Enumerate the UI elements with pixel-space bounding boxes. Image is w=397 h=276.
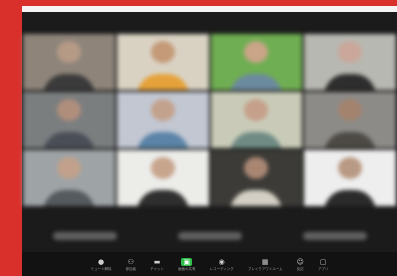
record-icon: ◉ (218, 257, 225, 266)
participant-body (230, 74, 283, 90)
participant-body (324, 74, 377, 90)
participant-video-tile[interactable] (116, 92, 209, 148)
participant-head (150, 40, 175, 63)
participant-body (230, 190, 283, 206)
breakout-rooms-icon: ▦ (261, 257, 269, 266)
toolbar-button-label: 画面の共有 (178, 266, 196, 271)
participant-video-tile[interactable] (304, 34, 396, 90)
apps-icon: ▢ (319, 257, 327, 266)
blurred-name-label (52, 232, 117, 240)
participant-body (42, 132, 95, 148)
participant-head (56, 40, 81, 63)
participants-button[interactable]: ⚇ 参加者 (126, 258, 137, 271)
participant-grid (22, 34, 397, 206)
participant-body (324, 190, 377, 206)
reactions-button[interactable]: ☺ 反応 (297, 258, 304, 271)
share-screen-button[interactable]: ▣ 画面の共有 (178, 257, 196, 271)
reactions-icon: ☺ (296, 257, 304, 266)
toolbar-button-label: チャット (150, 266, 165, 271)
participant-video-tile[interactable] (23, 92, 115, 148)
participant-video-tile[interactable] (304, 92, 396, 148)
mic-button[interactable]: ● ミュート解除 (91, 258, 112, 271)
participant-head (150, 98, 175, 121)
toolbar-button-label: 参加者 (125, 266, 137, 271)
breakout-rooms-button[interactable]: ▦ ブレイクアウトルーム (248, 258, 283, 271)
meeting-window: ● ミュート解除 ⚇ 参加者 ▬ チャット ▣ 画面の共有 ◉ レコーディング ▦ ブレイクアウトルー… (22, 12, 397, 276)
toolbar-button-label: ブレイクアウトルーム (247, 266, 283, 271)
participant-body (324, 132, 377, 148)
participant-body (230, 132, 283, 148)
participant-video-tile[interactable] (304, 150, 396, 206)
participant-body (136, 190, 189, 206)
participant-head (338, 98, 363, 121)
participant-body (42, 190, 95, 206)
apps-button[interactable]: ▢ アプリ (318, 258, 329, 271)
mic-icon: ● (98, 257, 105, 266)
participant-video-tile[interactable] (116, 150, 209, 206)
participant-head (244, 40, 269, 63)
participant-video-tile[interactable] (116, 34, 209, 90)
participant-video-tile[interactable] (23, 150, 115, 206)
participant-head (56, 156, 81, 179)
blurred-name-label (177, 232, 242, 240)
participant-video-tile[interactable] (23, 34, 115, 90)
participant-head (338, 156, 363, 179)
blurred-name-label (302, 232, 367, 240)
participant-body (136, 132, 189, 148)
participant-body (42, 74, 95, 90)
meeting-toolbar: ● ミュート解除 ⚇ 参加者 ▬ チャット ▣ 画面の共有 ◉ レコーディング ▦ ブレイクアウトルー… (22, 252, 397, 276)
participant-head (244, 98, 269, 121)
toolbar-button-label: レコーディング (209, 266, 234, 271)
participant-head (338, 40, 363, 63)
chat-icon: ▬ (153, 257, 161, 266)
participants-icon: ⚇ (127, 257, 134, 266)
participant-video-tile[interactable] (210, 92, 303, 148)
participant-head (244, 156, 269, 179)
toolbar-button-label: ミュート解除 (90, 266, 112, 271)
participant-head (56, 98, 81, 121)
participant-head (150, 156, 175, 179)
chat-button[interactable]: ▬ チャット (150, 258, 164, 271)
participant-body (136, 74, 189, 90)
blurred-content (22, 12, 397, 276)
participant-video-tile[interactable] (210, 34, 303, 90)
toolbar-button-label: 反応 (296, 266, 304, 271)
record-button[interactable]: ◉ レコーディング (210, 258, 234, 271)
share-screen-icon: ▣ (181, 257, 193, 266)
toolbar-button-label: アプリ (317, 266, 329, 271)
participant-video-tile[interactable] (210, 150, 303, 206)
